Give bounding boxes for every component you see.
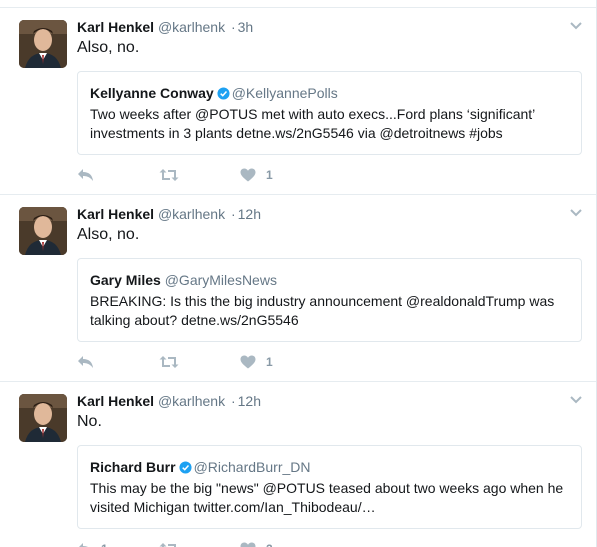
reply-button[interactable]: 1 xyxy=(77,539,108,547)
quoted-tweet[interactable]: Richard Burr @RichardBurr_DN This may be… xyxy=(77,445,582,529)
retweet-icon xyxy=(159,543,176,547)
author-name[interactable]: Karl Henkel xyxy=(77,206,154,222)
quoted-author-handle: @GaryMilesNews xyxy=(164,272,277,288)
quoted-tweet-text: Two weeks after @POTUS met with auto exe… xyxy=(90,106,535,141)
tweet-header: Karl Henkel @karlhenk · 3h xyxy=(77,18,253,36)
reply-icon xyxy=(78,356,93,368)
tweet-header: Karl Henkel @karlhenk · 12h xyxy=(77,205,261,223)
tweet[interactable]: Karl Henkel @karlhenk · 12h No. Richard B… xyxy=(0,381,596,547)
like-count: 1 xyxy=(266,355,273,369)
quoted-author-handle: @KellyannePolls xyxy=(231,85,338,101)
avatar-image xyxy=(19,207,67,255)
author-name[interactable]: Karl Henkel xyxy=(77,19,154,35)
retweet-icon xyxy=(159,169,179,181)
verified-badge-icon xyxy=(179,461,192,474)
reply-button[interactable] xyxy=(77,165,101,185)
reply-icon xyxy=(78,169,93,181)
avatar-image xyxy=(19,394,67,442)
quoted-author-name: Kellyanne Conway xyxy=(90,85,214,101)
author-handle[interactable]: @karlhenk xyxy=(158,393,225,409)
heart-icon xyxy=(240,168,256,182)
chevron-down-icon[interactable] xyxy=(570,395,582,405)
tweet-text: Also, no. xyxy=(77,226,140,243)
retweet-icon xyxy=(159,356,179,368)
retweet-button[interactable] xyxy=(159,352,189,372)
author-name[interactable]: Karl Henkel xyxy=(77,393,154,409)
quoted-tweet[interactable]: Gary Miles @GaryMilesNews BREAKING: Is t… xyxy=(77,258,582,342)
timestamp[interactable]: 12h xyxy=(238,393,261,409)
quoted-tweet-header: Gary Miles @GaryMilesNews xyxy=(90,271,277,289)
retweet-button[interactable] xyxy=(159,539,189,547)
tweet[interactable]: Karl Henkel @karlhenk · 3h Also, no. Kell… xyxy=(0,7,596,194)
avatar-image xyxy=(19,20,67,68)
timeline: Karl Henkel @karlhenk · 3h Also, no. Kell… xyxy=(0,0,597,547)
tweet-text: No. xyxy=(77,413,102,430)
separator: · xyxy=(230,19,236,35)
retweet-button[interactable] xyxy=(159,165,189,185)
quoted-author-handle: @RichardBurr_DN xyxy=(193,459,311,475)
quoted-author-name: Gary Miles xyxy=(90,272,161,288)
quoted-tweet-header: Richard Burr @RichardBurr_DN xyxy=(90,458,311,476)
heart-icon xyxy=(240,542,256,547)
quoted-tweet[interactable]: Kellyanne Conway @KellyannePolls Two wee… xyxy=(77,71,582,155)
timestamp[interactable]: 12h xyxy=(238,206,261,222)
quoted-tweet-text: This may be the big "news" @POTUS teased… xyxy=(90,480,564,515)
chevron-down-icon[interactable] xyxy=(570,208,582,218)
tweet-header: Karl Henkel @karlhenk · 12h xyxy=(77,392,261,410)
like-button[interactable]: 1 xyxy=(240,165,273,185)
separator: · xyxy=(230,393,236,409)
author-handle[interactable]: @karlhenk xyxy=(158,206,225,222)
chevron-down-icon[interactable] xyxy=(570,21,582,31)
reply-button[interactable] xyxy=(77,352,101,372)
like-button[interactable]: 1 xyxy=(240,352,273,372)
avatar[interactable] xyxy=(19,207,67,255)
heart-icon xyxy=(240,355,256,369)
avatar[interactable] xyxy=(19,394,67,442)
like-count: 2 xyxy=(266,542,273,547)
timestamp[interactable]: 3h xyxy=(238,19,254,35)
reply-count: 1 xyxy=(101,542,108,547)
quoted-tweet-header: Kellyanne Conway @KellyannePolls xyxy=(90,84,338,102)
tweet[interactable]: Karl Henkel @karlhenk · 12h Also, no. Gar… xyxy=(0,194,596,381)
verified-badge-icon xyxy=(217,87,230,100)
tweet-text: Also, no. xyxy=(77,39,140,56)
author-handle[interactable]: @karlhenk xyxy=(158,19,225,35)
separator: · xyxy=(230,206,236,222)
like-count: 1 xyxy=(266,168,273,182)
quoted-author-name: Richard Burr xyxy=(90,459,176,475)
quoted-tweet-text: BREAKING: Is this the big industry annou… xyxy=(90,293,555,328)
reply-icon xyxy=(79,543,89,547)
avatar[interactable] xyxy=(19,20,67,68)
like-button[interactable]: 2 xyxy=(240,539,273,547)
